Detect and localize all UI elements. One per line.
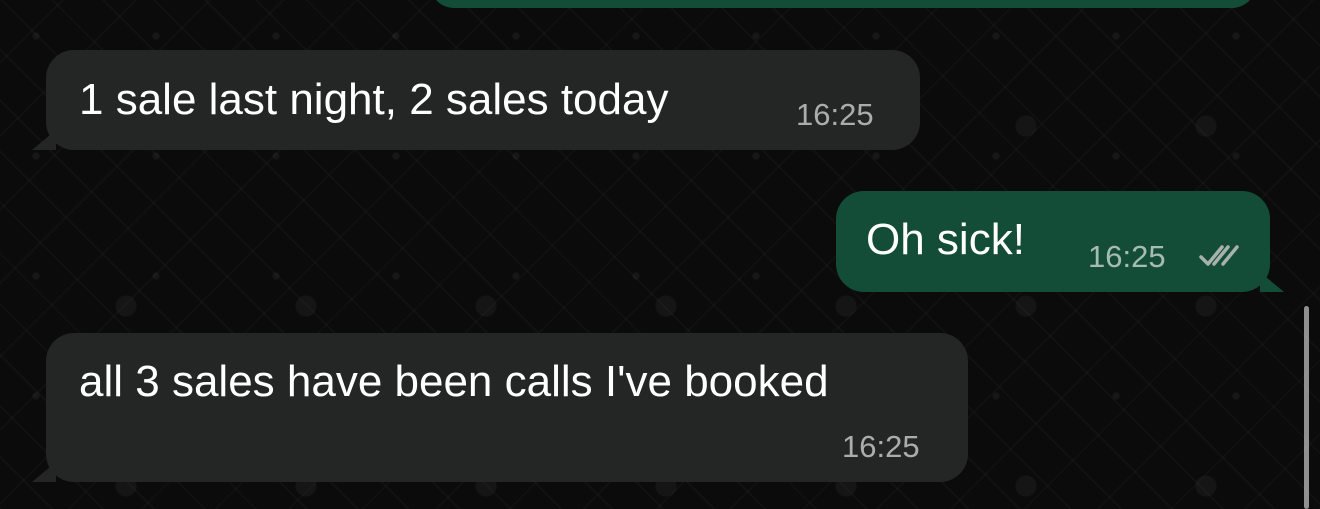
message-bubble-outgoing[interactable]: Oh sick! 16:25 [836,191,1284,292]
message-time: 16:25 [842,429,920,464]
message-bubble-incoming[interactable]: 1 sale last night, 2 sales today 16:25 [32,50,920,150]
bubble-tail [32,130,56,150]
message-time: 16:25 [796,97,874,132]
message-text: 1 sale last night, 2 sales today [79,75,669,124]
previous-outgoing-message-fragment [430,0,1256,8]
double-check-icon [1199,245,1239,266]
message-text: all 3 sales have been calls I've booked [79,357,829,406]
chat-scrollbar[interactable] [1304,306,1309,509]
message-bubble-incoming[interactable]: all 3 sales have been calls I've booked … [32,333,968,482]
message-time: 16:25 [1088,239,1166,274]
bubble-tail [32,462,56,482]
bubble-tail [1260,272,1284,292]
message-text: Oh sick! [866,215,1025,264]
